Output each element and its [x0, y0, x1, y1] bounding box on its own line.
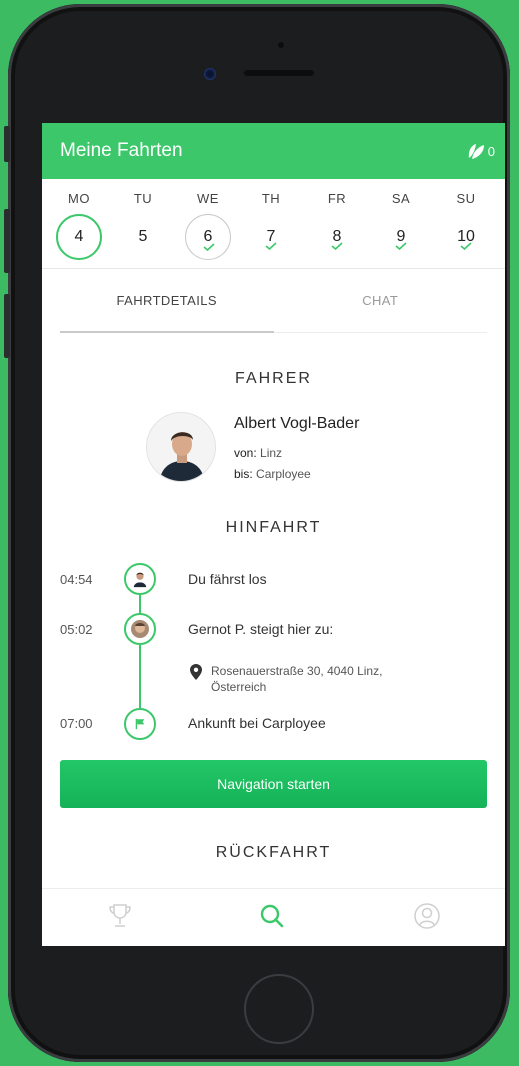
start-navigation-button[interactable]: Navigation starten — [60, 760, 487, 808]
location-pin-icon — [190, 664, 202, 680]
day-su[interactable]: SU 10 — [443, 179, 489, 260]
week-selector: MO 4 TU 5 WE 6 TH 7 FR 8 SA 9 SU 10 — [42, 179, 505, 269]
timeline-connector — [139, 645, 141, 711]
detail-tabs: FAHRTDETAILS CHAT — [60, 269, 487, 333]
check-icon — [460, 242, 472, 250]
check-icon — [395, 242, 407, 250]
earpiece-speaker — [244, 70, 314, 76]
driver-from: von: Linz — [234, 446, 282, 460]
to-label: bis: — [234, 467, 253, 481]
leaf-count: 0 — [487, 143, 495, 159]
stop-text: Du fährst los — [188, 571, 267, 587]
driver-avatar — [146, 412, 216, 482]
pickup-address[interactable]: Rosenauerstraße 30, 4040 Linz, Österreic… — [211, 663, 382, 695]
day-number: 6 — [185, 214, 231, 260]
from-value: Linz — [260, 446, 283, 460]
day-number: 5 — [120, 214, 166, 260]
stop-time: 04:54 — [60, 572, 93, 587]
stop-node-pickup — [124, 613, 156, 645]
day-name: MO — [68, 191, 90, 206]
leaf-icon — [468, 144, 484, 159]
day-number-text: 4 — [74, 228, 84, 245]
day-name: SA — [391, 191, 411, 206]
flag-icon — [135, 718, 145, 730]
app-header: Meine Fahrten 0 — [42, 123, 505, 179]
stop-text: Ankunft bei Carployee — [188, 715, 326, 731]
from-label: von: — [234, 446, 257, 460]
check-icon — [331, 242, 343, 250]
day-fr[interactable]: FR 8 — [314, 179, 360, 260]
profile-icon[interactable] — [412, 901, 442, 931]
day-name: TU — [133, 191, 153, 206]
day-name: FR — [327, 191, 347, 206]
search-icon[interactable] — [257, 901, 287, 931]
day-number: 4 — [56, 214, 102, 260]
leaf-score[interactable]: 0 — [466, 141, 495, 161]
tab-chat[interactable]: CHAT — [274, 269, 488, 332]
stop-text: Gernot P. steigt hier zu: — [188, 621, 334, 637]
driver-card[interactable]: Albert Vogl-Bader von: Linz bis: Carploy… — [146, 412, 446, 484]
address-line: Rosenauerstraße 30, 4040 Linz, — [211, 664, 383, 678]
address-line: Österreich — [211, 680, 267, 694]
home-button[interactable] — [244, 974, 314, 1044]
volume-up-button — [4, 209, 10, 273]
driver-name: Albert Vogl-Bader — [234, 415, 360, 432]
stop-node-arrival — [124, 708, 156, 740]
day-mo[interactable]: MO 4 — [56, 179, 102, 260]
day-we[interactable]: WE 6 — [185, 179, 231, 260]
day-number: 8 — [314, 214, 360, 260]
driver-heading: FAHRER — [235, 370, 312, 387]
mute-switch — [4, 126, 10, 162]
tab-fahrtdetails[interactable]: FAHRTDETAILS — [60, 269, 274, 333]
stop-time: 07:00 — [60, 716, 93, 731]
day-number: 10 — [443, 214, 489, 260]
day-sa[interactable]: SA 9 — [378, 179, 424, 260]
stop-time: 05:02 — [60, 622, 93, 637]
front-camera — [204, 68, 216, 80]
page-title: Meine Fahrten — [60, 140, 183, 161]
person-icon — [147, 413, 215, 481]
day-th[interactable]: TH 7 — [248, 179, 294, 260]
day-number: 9 — [378, 214, 424, 260]
return-heading: RÜCKFAHRT — [215, 844, 332, 861]
day-tu[interactable]: TU 5 — [120, 179, 166, 260]
check-icon — [265, 242, 277, 250]
proximity-sensor — [278, 42, 284, 48]
day-name: SU — [456, 191, 476, 206]
day-name: WE — [197, 191, 219, 206]
check-icon — [203, 243, 215, 251]
to-value: Carployee — [256, 467, 311, 481]
stop-node-start — [124, 563, 156, 595]
person-icon — [131, 620, 149, 638]
day-name: TH — [261, 191, 281, 206]
driver-to: bis: Carployee — [234, 467, 311, 481]
app-screen: Meine Fahrten 0 MO 4 TU 5 WE 6 TH 7 FR 8… — [42, 123, 505, 946]
volume-down-button — [4, 294, 10, 358]
day-number-text: 5 — [138, 228, 148, 245]
day-number: 7 — [248, 214, 294, 260]
trophy-icon[interactable] — [105, 901, 135, 931]
person-icon — [133, 572, 147, 588]
outbound-heading: HINFAHRT — [225, 519, 322, 536]
bottom-navigation — [42, 888, 505, 946]
